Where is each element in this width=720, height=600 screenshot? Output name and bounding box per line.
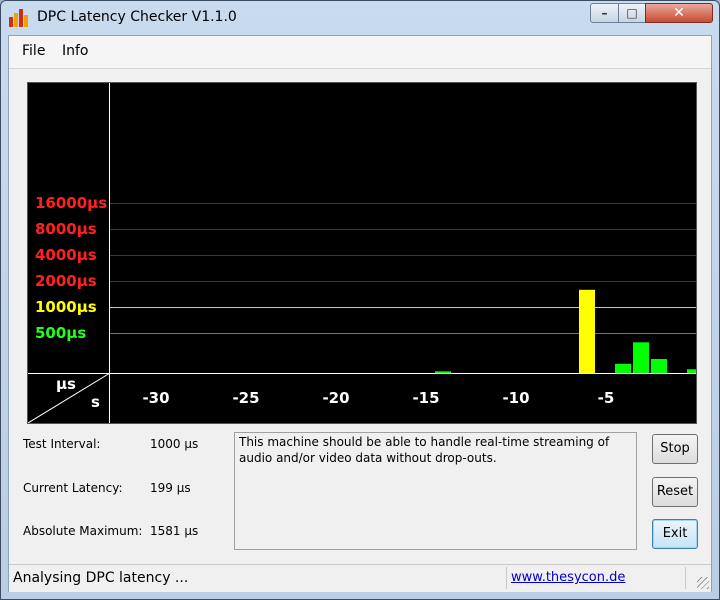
minimize-button[interactable]: – <box>590 3 619 23</box>
window-title: DPC Latency Checker V1.1.0 <box>37 9 237 25</box>
resize-grip-icon[interactable] <box>697 577 709 589</box>
latency-graph: 16000µs 8000µs 4000µs 2000µs 1000µs 500µs µs s -… <box>27 82 697 424</box>
y-axis-label: 8000µs <box>35 220 97 238</box>
status-message: This machine should be able to handle re… <box>234 432 637 550</box>
corner-unit-us: µs <box>56 375 76 393</box>
app-window: DPC Latency Checker V1.1.0 – □ ✕ File In… <box>0 0 720 600</box>
y-axis-label: 2000µs <box>35 272 97 290</box>
test-interval-value: 1000 µs <box>150 437 199 451</box>
exit-button[interactable]: Exit <box>652 519 698 549</box>
latency-bar <box>687 369 696 373</box>
x-axis-label: -5 <box>598 389 615 407</box>
y-axis-label: 16000µs <box>35 194 107 212</box>
client-area: File Info 16000µs 8000µs 4000µs 2000µs 1000µ… <box>8 35 712 592</box>
test-interval-label: Test Interval: <box>23 437 101 451</box>
y-axis-label: 4000µs <box>35 246 97 264</box>
reset-button[interactable]: Reset <box>652 477 698 507</box>
x-axis-label: -20 <box>322 389 349 407</box>
title-bar[interactable]: DPC Latency Checker V1.1.0 – □ ✕ <box>1 1 719 35</box>
latency-bar <box>579 289 595 373</box>
x-axis-label: -30 <box>142 389 169 407</box>
latency-bar <box>633 342 649 373</box>
latency-bar <box>651 359 667 373</box>
current-latency-label: Current Latency: <box>23 481 123 495</box>
x-axis-label: -25 <box>232 389 259 407</box>
status-divider <box>685 567 686 589</box>
status-bar: Analysing DPC latency ... www.thesycon.d… <box>9 564 711 592</box>
x-axis-label: -10 <box>502 389 529 407</box>
close-button[interactable]: ✕ <box>645 3 713 23</box>
status-divider <box>506 567 507 589</box>
maximize-icon: □ <box>626 6 638 20</box>
latency-bar <box>615 363 631 373</box>
current-latency-value: 199 µs <box>150 481 191 495</box>
stop-button[interactable]: Stop <box>652 434 698 464</box>
x-axis-label: -15 <box>412 389 439 407</box>
latency-bar <box>435 371 451 373</box>
y-axis-label: 500µs <box>35 324 86 342</box>
menu-bar: File Info <box>9 36 711 69</box>
absolute-maximum-value: 1581 µs <box>150 524 199 538</box>
menu-file[interactable]: File <box>22 43 45 59</box>
close-icon: ✕ <box>673 5 685 21</box>
corner-unit-s: s <box>91 393 100 411</box>
website-link[interactable]: www.thesycon.de <box>511 570 625 585</box>
y-axis-label: 1000µs <box>35 298 97 316</box>
maximize-button[interactable]: □ <box>618 3 646 23</box>
menu-info[interactable]: Info <box>62 43 89 59</box>
absolute-maximum-label: Absolute Maximum: <box>23 524 143 538</box>
status-text: Analysing DPC latency ... <box>13 570 189 586</box>
app-logo-icon <box>9 9 29 27</box>
latency-chart-svg: 16000µs 8000µs 4000µs 2000µs 1000µs 500µs µss -… <box>28 83 696 423</box>
minimize-icon: – <box>601 6 608 20</box>
